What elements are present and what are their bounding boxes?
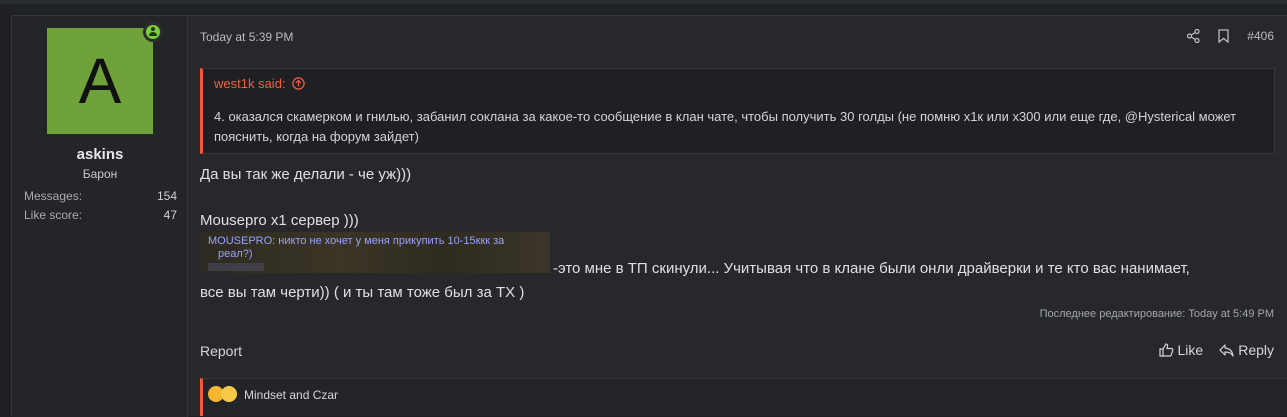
post-footer-actions: Like Reply <box>1158 342 1274 358</box>
message-main: Today at 5:39 PM #406 west1k said: 4. ок… <box>188 16 1287 417</box>
username[interactable]: askins <box>12 146 188 163</box>
share-icon[interactable] <box>1187 29 1200 43</box>
stat-value: 47 <box>163 208 177 222</box>
post-number[interactable]: #406 <box>1247 29 1274 43</box>
post-text-line: все вы там черти)) ( и ты там тоже был з… <box>200 284 525 301</box>
screenshot-blurred-line <box>208 263 264 271</box>
attached-screenshot[interactable]: MOUSEPRO: никто не хочет у меня прикупит… <box>200 232 550 273</box>
arrow-up-circle-icon[interactable] <box>291 77 305 90</box>
stat-value: 154 <box>156 189 177 203</box>
quote-text: 4. оказался скамерком и гнилью, забанил … <box>214 109 1237 144</box>
stat-label: Messages: <box>24 189 83 203</box>
haha-reaction-icon <box>221 386 237 402</box>
top-bar <box>0 0 1287 4</box>
reactions-users[interactable]: Mindset and Czar <box>244 388 338 402</box>
post-actions-top: #406 <box>1187 26 1274 46</box>
like-label[interactable]: Like <box>1178 342 1204 358</box>
post-text-line: -это мне в ТП скинули... Учитывая что в … <box>553 260 1190 277</box>
stat-like-score: Like score: 47 <box>24 208 177 222</box>
message-post: A askins Барон Messages: 154 Like score:… <box>11 15 1287 417</box>
reactions-bar[interactable]: Mindset and Czar <box>200 378 1287 416</box>
stat-messages: Messages: 154 <box>24 189 177 203</box>
reply-label[interactable]: Reply <box>1238 342 1274 358</box>
online-user-icon <box>143 22 163 42</box>
quote-author-label[interactable]: west1k said: <box>214 76 286 91</box>
report-button[interactable]: Report <box>200 343 242 359</box>
screenshot-text: реал?) <box>218 248 253 260</box>
quote-block: west1k said: 4. оказался скамерком и гни… <box>200 68 1275 154</box>
user-title: Барон <box>82 167 118 181</box>
last-edited-note: Последнее редактирование: Today at 5:49 … <box>1039 308 1274 320</box>
user-info-panel: A askins Барон Messages: 154 Like score:… <box>12 16 188 417</box>
post-text-line: Да вы так же делали - че уж))) <box>200 166 412 183</box>
bookmark-icon[interactable] <box>1218 29 1229 43</box>
reply-button[interactable]: Reply <box>1219 342 1274 358</box>
post-timestamp[interactable]: Today at 5:39 PM <box>200 30 293 44</box>
post-text-line: Mousepro x1 сервер ))) <box>200 212 359 229</box>
screenshot-text: MOUSEPRO: никто не хочет у меня прикупит… <box>208 235 505 247</box>
like-button[interactable]: Like <box>1158 342 1204 358</box>
thumbs-up-icon <box>1158 343 1173 357</box>
reply-icon <box>1219 343 1234 357</box>
avatar[interactable]: A <box>47 28 153 134</box>
reaction-icons <box>208 386 237 402</box>
stat-label: Like score: <box>24 208 83 222</box>
quote-author[interactable]: west1k said: <box>214 76 305 91</box>
